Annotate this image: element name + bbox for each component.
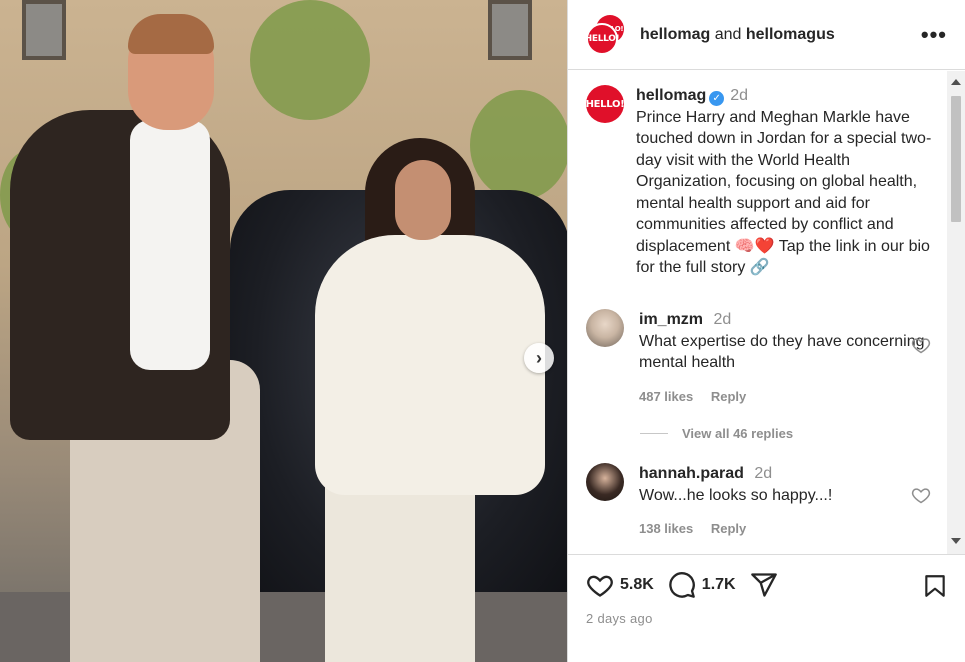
woman-face xyxy=(395,160,451,240)
woman-suit xyxy=(315,235,545,495)
caption-avatar[interactable]: HELLO! xyxy=(586,85,625,123)
background-window xyxy=(22,0,66,60)
accounts-joiner: and xyxy=(714,25,742,43)
commenter-avatar[interactable] xyxy=(586,309,624,347)
background-tree xyxy=(250,0,370,120)
action-row: 5.8K 1.7K xyxy=(586,571,778,599)
comment-likes[interactable]: 487 likes xyxy=(639,389,693,404)
post-caption: HELLO! hellomag ✓ 2d Prince Harry and Megh… xyxy=(586,85,936,279)
view-replies-button[interactable]: View all 46 replies xyxy=(640,426,793,441)
comment-bubble-icon[interactable] xyxy=(668,571,696,599)
post-actions: 5.8K 1.7K 2 days ago xyxy=(568,554,965,662)
caption-body: hellomag ✓ 2d Prince Harry and Meghan Mark… xyxy=(636,85,936,279)
comment-reply-button[interactable]: Reply xyxy=(711,389,746,404)
next-photo-button[interactable]: › xyxy=(524,343,554,373)
man-shirt xyxy=(130,120,210,370)
comment-username[interactable]: hannah.parad xyxy=(639,465,744,482)
scrollbar-thumb[interactable] xyxy=(951,96,961,222)
post-header: HELLO! HELLO! hellomag and hellomagus ••… xyxy=(568,0,965,70)
scrollbar[interactable] xyxy=(947,71,965,554)
comment-like-heart-icon[interactable] xyxy=(911,485,931,505)
chevron-right-icon: › xyxy=(536,347,542,368)
hellomag-avatar[interactable]: HELLO! xyxy=(585,22,620,55)
background-shrub xyxy=(470,90,567,200)
comment-likes[interactable]: 138 likes xyxy=(639,521,693,536)
comment-time[interactable]: 2d xyxy=(713,311,731,328)
scroll-down-arrow-icon[interactable] xyxy=(951,538,961,544)
comment-item: im_mzm 2d What expertise do they have co… xyxy=(586,309,931,407)
comment-item: hannah.parad 2d Wow...he looks so happy.… xyxy=(586,463,931,540)
post-photo[interactable]: › xyxy=(0,0,567,662)
share-paper-plane-icon[interactable] xyxy=(750,571,778,599)
replies-divider xyxy=(640,433,668,434)
scroll-up-arrow-icon[interactable] xyxy=(951,79,961,85)
comment-body: hannah.parad 2d Wow...he looks so happy.… xyxy=(639,463,832,540)
verified-badge-icon: ✓ xyxy=(709,91,725,106)
caption-time[interactable]: 2d xyxy=(730,87,748,104)
comment-username[interactable]: im_mzm xyxy=(639,311,703,328)
like-count[interactable]: 5.8K xyxy=(620,576,654,594)
post-date[interactable]: 2 days ago xyxy=(586,611,653,626)
comment-time[interactable]: 2d xyxy=(754,465,772,482)
caption-text: Prince Harry and Meghan Markle have touc… xyxy=(636,108,932,277)
background-window xyxy=(488,0,532,60)
account-link-hellomag[interactable]: hellomag xyxy=(640,26,710,43)
comment-text: Wow...he looks so happy...! xyxy=(639,486,833,504)
post-side-panel: HELLO! HELLO! hellomag and hellomagus ••… xyxy=(567,0,965,662)
collab-avatars[interactable]: HELLO! HELLO! xyxy=(585,14,628,55)
header-accounts: hellomag and hellomagus xyxy=(640,26,835,44)
caption-username[interactable]: hellomag xyxy=(636,87,706,104)
view-replies-label: View all 46 replies xyxy=(682,426,794,441)
commenter-avatar[interactable] xyxy=(586,463,624,501)
comment-reply-button[interactable]: Reply xyxy=(711,521,746,536)
like-heart-icon[interactable] xyxy=(586,571,614,599)
comment-meta: 487 likes Reply xyxy=(639,386,931,408)
comment-count[interactable]: 1.7K xyxy=(702,576,736,594)
comment-text: What expertise do they have concerning m… xyxy=(639,332,925,372)
save-bookmark-icon[interactable] xyxy=(922,573,948,599)
comments-scroll-area[interactable]: HELLO! hellomag ✓ 2d Prince Harry and Megh… xyxy=(568,71,965,554)
comment-meta: 138 likes Reply xyxy=(639,518,832,540)
man-hair xyxy=(128,14,214,54)
comment-body: im_mzm 2d What expertise do they have co… xyxy=(639,309,931,407)
account-link-hellomagus[interactable]: hellomagus xyxy=(746,26,835,43)
comment-like-heart-icon[interactable] xyxy=(911,335,931,355)
more-options-icon[interactable]: ••• xyxy=(921,22,947,48)
